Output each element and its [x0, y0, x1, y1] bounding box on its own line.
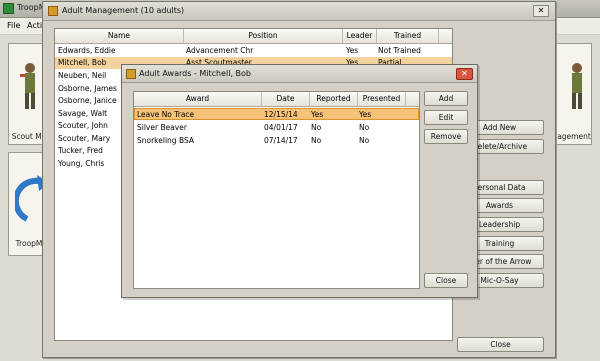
- col-position[interactable]: Position: [184, 29, 343, 44]
- cell-presented: No: [359, 123, 370, 132]
- window-icon: [48, 6, 58, 16]
- management-tile-caption: agement: [557, 132, 591, 141]
- adult-management-title: Adult Management (10 adults): [62, 6, 185, 15]
- adults-grid-header: Name Position Leader Trained: [55, 29, 452, 44]
- add-button[interactable]: Add: [424, 91, 468, 106]
- col-leader[interactable]: Leader: [343, 29, 377, 44]
- col-trained[interactable]: Trained: [377, 29, 439, 44]
- awards-grid: Award Date Reported Presented Leave No T…: [133, 91, 420, 289]
- col-name[interactable]: Name: [55, 29, 184, 44]
- cell-presented: No: [359, 136, 370, 145]
- cell-reported: No: [311, 123, 322, 132]
- edit-button[interactable]: Edit: [424, 110, 468, 125]
- adult-awards-titlebar: Adult Awards - Mitchell, Bob ✕: [122, 65, 477, 83]
- close-button[interactable]: Close: [457, 337, 544, 352]
- scout-figure-icon: [572, 63, 582, 109]
- close-icon[interactable]: ✕: [533, 5, 549, 17]
- col-award[interactable]: Award: [134, 92, 262, 107]
- scout-figure-icon: [20, 63, 35, 109]
- cell-award: Leave No Trace: [137, 110, 195, 119]
- cell-award: Snorkeling BSA: [137, 136, 194, 145]
- management-tile-right[interactable]: agement: [556, 43, 592, 145]
- cell-trained: Not Trained: [378, 46, 421, 55]
- col-presented[interactable]: Presented: [358, 92, 406, 107]
- col-reported[interactable]: Reported: [310, 92, 358, 107]
- remove-button[interactable]: Remove: [424, 129, 468, 144]
- cell-presented: Yes: [359, 110, 372, 119]
- awards-grid-header: Award Date Reported Presented: [134, 92, 419, 107]
- close-icon[interactable]: ✕: [456, 68, 473, 80]
- cell-date: 07/14/17: [264, 136, 298, 145]
- col-date[interactable]: Date: [262, 92, 310, 107]
- cell-award: Silver Beaver: [137, 123, 187, 132]
- window-icon: [126, 69, 136, 79]
- cell-date: 12/15/14: [264, 110, 298, 119]
- table-row[interactable]: Snorkeling BSA 07/14/17 No No: [134, 135, 419, 147]
- app-icon: [3, 3, 14, 14]
- cell-reported: No: [311, 136, 322, 145]
- cell-date: 04/01/17: [264, 123, 298, 132]
- adult-awards-dialog: Adult Awards - Mitchell, Bob ✕ Award Dat…: [121, 64, 478, 298]
- close-button[interactable]: Close: [424, 273, 468, 288]
- table-row[interactable]: Edwards, Eddie Advancement Chr Yes Not T…: [55, 45, 452, 57]
- table-row[interactable]: Silver Beaver 04/01/17 No No: [134, 122, 419, 134]
- cell-reported: Yes: [311, 110, 324, 119]
- cell-name: Edwards, Eddie: [58, 46, 116, 55]
- table-row-selected[interactable]: Leave No Trace 12/15/14 Yes Yes: [134, 108, 419, 120]
- adult-management-titlebar: Adult Management (10 adults) ✕: [43, 2, 555, 21]
- cell-position: Advancement Chr: [186, 46, 254, 55]
- cell-leader: Yes: [346, 46, 359, 55]
- menu-file[interactable]: File: [7, 21, 20, 30]
- adult-awards-title: Adult Awards - Mitchell, Bob: [139, 69, 251, 78]
